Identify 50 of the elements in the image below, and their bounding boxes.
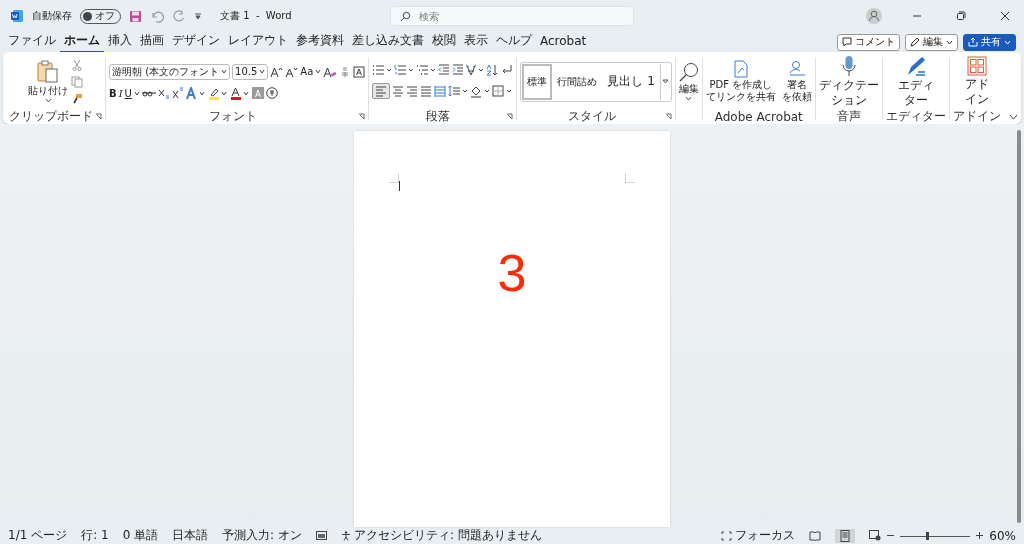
paste-button[interactable]: 貼り付け <box>28 59 68 104</box>
change-case-button[interactable]: Aa <box>300 66 322 77</box>
dictate-button[interactable]: ディクテー ション <box>818 55 879 108</box>
focus-mode-button[interactable]: フォーカス <box>721 527 796 544</box>
style-option[interactable]: 見出し 1 <box>602 63 660 100</box>
italic-button[interactable]: I <box>118 87 123 99</box>
font-size-dropdown[interactable]: 10.5 <box>232 63 269 80</box>
group-label: 段落 <box>426 108 451 125</box>
ribbon-tab[interactable]: 表示 <box>460 31 492 53</box>
autosave-label: 自動保存 <box>32 9 72 23</box>
ribbon-tab[interactable]: 参考資料 <box>292 31 348 53</box>
ribbon-tab[interactable]: Acrobat <box>536 32 591 52</box>
create-pdf-button[interactable]: PDF を作成し てリンクを共有 <box>705 59 776 104</box>
status-item: 0 単語 <box>122 527 159 544</box>
bold-button[interactable]: B <box>109 87 117 99</box>
share-button[interactable]: 共有 <box>963 33 1016 51</box>
group-label: スタイル <box>567 108 616 125</box>
ribbon-tab[interactable]: 差し込み文書 <box>348 31 428 53</box>
request-signature-button[interactable]: 署名 を依頼 <box>781 59 812 104</box>
style-option[interactable]: 標準 <box>522 63 553 100</box>
underline-button[interactable]: U <box>124 87 140 99</box>
zoom-level[interactable]: 60% <box>989 528 1016 543</box>
group-label: エディター <box>885 108 946 125</box>
window-title: 文書 1 - Word <box>220 9 292 23</box>
ribbon-tab[interactable]: 挿入 <box>104 31 136 53</box>
comment-button[interactable]: コメント <box>837 33 900 51</box>
ribbon-tab[interactable]: ファイル <box>4 31 60 53</box>
accessibility-button[interactable]: アクセシビリティ: 問題ありません <box>340 527 542 544</box>
group-label: アドイン <box>952 108 1001 125</box>
group-label: 音声 <box>836 108 861 125</box>
ribbon-tab[interactable]: 校閲 <box>428 31 460 53</box>
status-item: 行: 1 <box>81 527 109 544</box>
ribbon-tab[interactable]: ヘルプ <box>492 31 536 53</box>
group-label: クリップボード <box>9 108 93 125</box>
document-text: 3 <box>497 243 527 303</box>
ribbon-tab[interactable]: デザイン <box>168 31 224 53</box>
edit-mode-button[interactable]: 編集 <box>905 33 958 51</box>
search-field[interactable]: 検索 <box>389 6 634 26</box>
editor-button[interactable]: エディ ター <box>897 55 934 108</box>
status-item: 1/1 ページ <box>8 527 68 544</box>
group-label: Adobe Acrobat <box>714 109 803 124</box>
font-name-dropdown[interactable]: 游明朝 (本文のフォント <box>109 63 231 80</box>
add-ins-button[interactable]: アド イン <box>964 56 989 107</box>
editing-button[interactable]: 編集 <box>678 61 699 102</box>
ribbon-tab[interactable]: レイアウト <box>224 31 292 53</box>
style-option[interactable]: 行間詰め <box>552 63 603 100</box>
status-item: 予測入力: オン <box>222 527 302 544</box>
ribbon-tab[interactable]: 描画 <box>136 31 168 53</box>
group-label: フォント <box>208 108 257 125</box>
status-item: 日本語 <box>172 527 209 544</box>
